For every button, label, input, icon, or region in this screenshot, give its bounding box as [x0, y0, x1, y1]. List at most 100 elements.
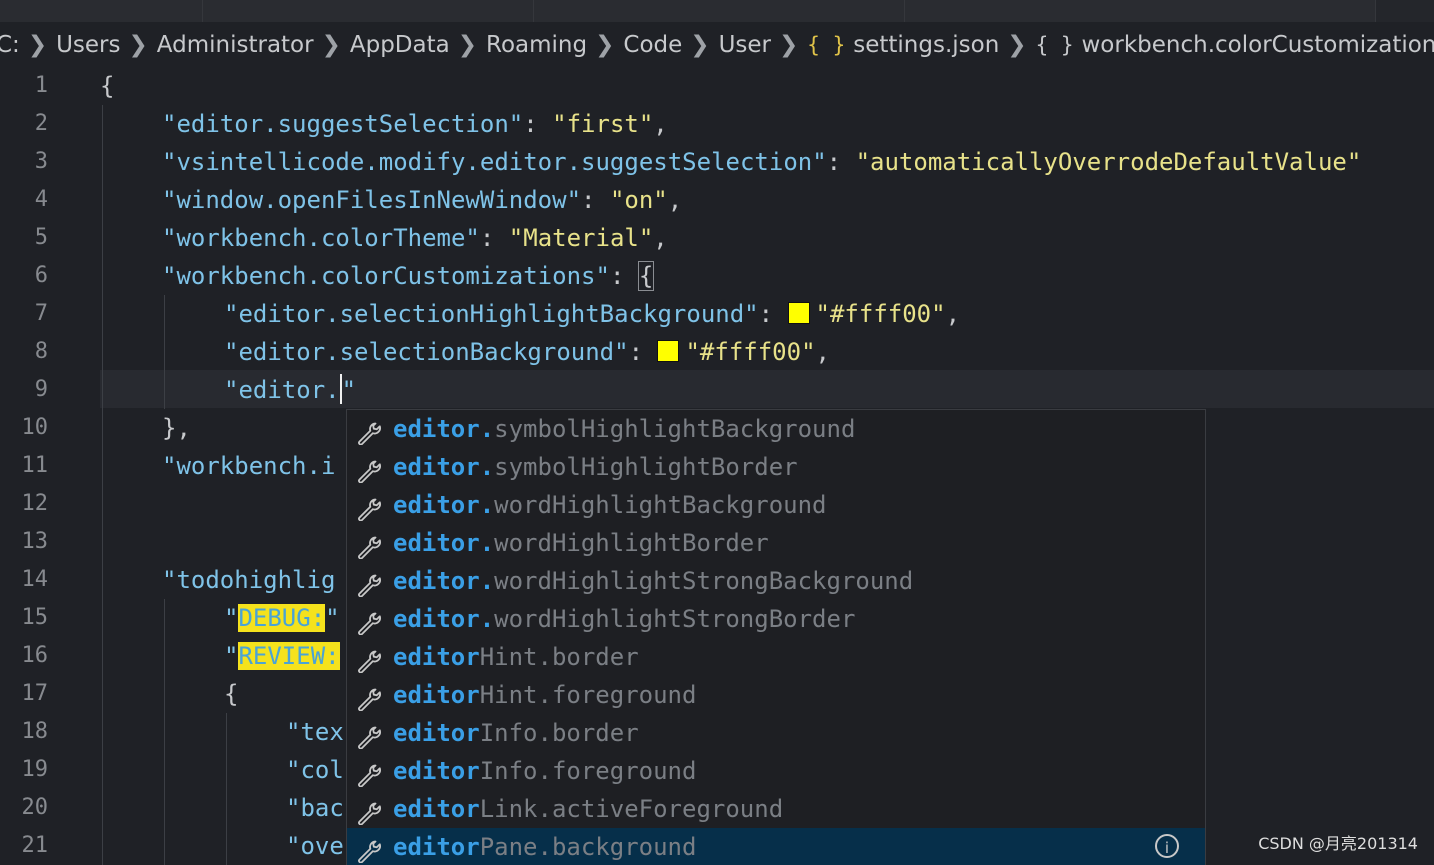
json-key: "ove — [286, 832, 344, 860]
closing-quote: " — [342, 376, 356, 404]
suggestion-widget[interactable]: editor.symbolHighlightBackgroundeditor.s… — [346, 409, 1206, 865]
suggestion-label: editor.wordHighlightStrongBackground — [393, 562, 913, 600]
suggestion-item[interactable]: editor.wordHighlightBorder — [347, 524, 1205, 562]
suggestion-item[interactable]: editorPane.backgroundi — [347, 828, 1205, 865]
line-number: 2 — [0, 105, 48, 143]
breadcrumb-item-administrator[interactable]: Administrator — [157, 26, 314, 64]
line-number: 16 — [0, 637, 48, 675]
suggestion-match-text: editor. — [393, 567, 494, 595]
line-number: 5 — [0, 219, 48, 257]
editor-tab[interactable] — [0, 0, 203, 22]
json-key: "window.openFilesInNewWindow" — [162, 186, 581, 214]
json-key: "tex — [286, 718, 344, 746]
code-line: 4"window.openFilesInNewWindow": "on", — [0, 181, 1434, 219]
suggestion-item[interactable]: editorHint.foreground — [347, 676, 1205, 714]
line-number: 19 — [0, 751, 48, 789]
json-key: "workbench.i — [162, 452, 335, 480]
suggestion-match-text: editor. — [393, 453, 494, 481]
breadcrumb-item-roaming[interactable]: Roaming — [486, 26, 587, 64]
breadcrumb-item-drive[interactable]: C: — [0, 26, 20, 64]
line-number: 17 — [0, 675, 48, 713]
object-symbol-icon: { } — [1036, 26, 1074, 64]
line-number: 11 — [0, 447, 48, 485]
tab-bar — [0, 0, 1434, 22]
chevron-right-icon: ❯ — [458, 26, 477, 64]
wrench-icon — [355, 570, 383, 594]
breadcrumb-item-color-customizations[interactable]: workbench.colorCustomizations — [1082, 26, 1434, 64]
suggestion-item[interactable]: editorLink.activeForeground — [347, 790, 1205, 828]
info-icon[interactable]: i — [1155, 834, 1179, 858]
json-key: "todohighlig — [162, 566, 335, 594]
json-key: "bac — [286, 794, 344, 822]
suggestion-label: editorInfo.border — [393, 714, 639, 752]
suggestion-label: editor.wordHighlightBackground — [393, 486, 827, 524]
suggestion-item[interactable]: editorInfo.border — [347, 714, 1205, 752]
json-key-partial: "editor. — [224, 376, 340, 404]
suggestion-label: editorHint.foreground — [393, 676, 696, 714]
json-value: "first" — [552, 110, 653, 138]
watermark: CSDN @月亮201314 — [1258, 830, 1418, 854]
suggestion-rest-text: Hint.foreground — [480, 681, 697, 709]
json-key: "workbench.colorTheme" — [162, 224, 480, 252]
wrench-icon — [355, 722, 383, 746]
chevron-right-icon: ❯ — [1007, 26, 1026, 64]
line-number: 12 — [0, 485, 48, 523]
suggestion-match-text: editor. — [393, 529, 494, 557]
suggestion-item[interactable]: editor.wordHighlightStrongBorder — [347, 600, 1205, 638]
line-number: 13 — [0, 523, 48, 561]
suggestion-label: editor.wordHighlightStrongBorder — [393, 600, 855, 638]
wrench-icon — [355, 494, 383, 518]
line-number: 21 — [0, 827, 48, 865]
wrench-icon — [355, 760, 383, 784]
suggestion-match-text: editor — [393, 681, 480, 709]
wrench-icon — [355, 418, 383, 442]
suggestion-rest-text: symbolHighlightBorder — [494, 453, 797, 481]
code-line: 1{ — [0, 67, 1434, 105]
color-swatch[interactable] — [657, 340, 679, 362]
suggestion-item[interactable]: editorHint.border — [347, 638, 1205, 676]
suggestion-label: editor.symbolHighlightBorder — [393, 448, 798, 486]
json-file-icon: { } — [807, 26, 845, 64]
breadcrumb-item-user[interactable]: User — [719, 26, 771, 64]
suggestion-match-text: editor — [393, 795, 480, 823]
line-number: 6 — [0, 257, 48, 295]
suggestion-label: editorInfo.foreground — [393, 752, 696, 790]
breadcrumb-item-code[interactable]: Code — [623, 26, 682, 64]
breadcrumb-item-settings-json[interactable]: settings.json — [853, 26, 999, 64]
suggestion-rest-text: symbolHighlightBackground — [494, 415, 855, 443]
json-value: "#ffff00" — [816, 300, 946, 328]
line-number: 10 — [0, 409, 48, 447]
open-brace: { — [100, 72, 114, 100]
wrench-icon — [355, 456, 383, 480]
close-brace: }, — [162, 414, 191, 442]
editor-tab[interactable] — [905, 0, 1376, 22]
suggestion-rest-text: Link.activeForeground — [480, 795, 783, 823]
wrench-icon — [355, 836, 383, 860]
suggestion-item[interactable]: editor.symbolHighlightBorder — [347, 448, 1205, 486]
suggestion-match-text: editor. — [393, 605, 494, 633]
json-key: "vsintellicode.modify.editor.suggestSele… — [162, 148, 827, 176]
json-key: "editor.selectionBackground" — [224, 338, 629, 366]
chevron-right-icon: ❯ — [595, 26, 614, 64]
chevron-right-icon: ❯ — [690, 26, 709, 64]
suggestion-item[interactable]: editor.wordHighlightBackground — [347, 486, 1205, 524]
suggestion-item[interactable]: editorInfo.foreground — [347, 752, 1205, 790]
editor-tab[interactable] — [203, 0, 534, 22]
suggestion-match-text: editor. — [393, 491, 494, 519]
json-value: "automaticallyOverrodeDefaultValue" — [856, 148, 1362, 176]
json-value: "#ffff00" — [685, 338, 815, 366]
suggestion-label: editorLink.activeForeground — [393, 790, 783, 828]
wrench-icon — [355, 532, 383, 556]
suggestion-match-text: editor — [393, 719, 480, 747]
suggestion-item[interactable]: editor.symbolHighlightBackground — [347, 410, 1205, 448]
json-key: "editor.selectionHighlightBackground" — [224, 300, 759, 328]
editor-tab[interactable] — [534, 0, 905, 22]
suggestion-item[interactable]: editor.wordHighlightStrongBackground — [347, 562, 1205, 600]
chevron-right-icon: ❯ — [129, 26, 148, 64]
breadcrumb-item-users[interactable]: Users — [56, 26, 120, 64]
json-key: "workbench.colorCustomizations" — [162, 262, 610, 290]
color-swatch[interactable] — [788, 302, 810, 324]
wrench-icon — [355, 608, 383, 632]
breadcrumb: C:❯Users❯Administrator❯AppData❯Roaming❯C… — [0, 26, 1434, 64]
breadcrumb-item-appdata[interactable]: AppData — [350, 26, 450, 64]
